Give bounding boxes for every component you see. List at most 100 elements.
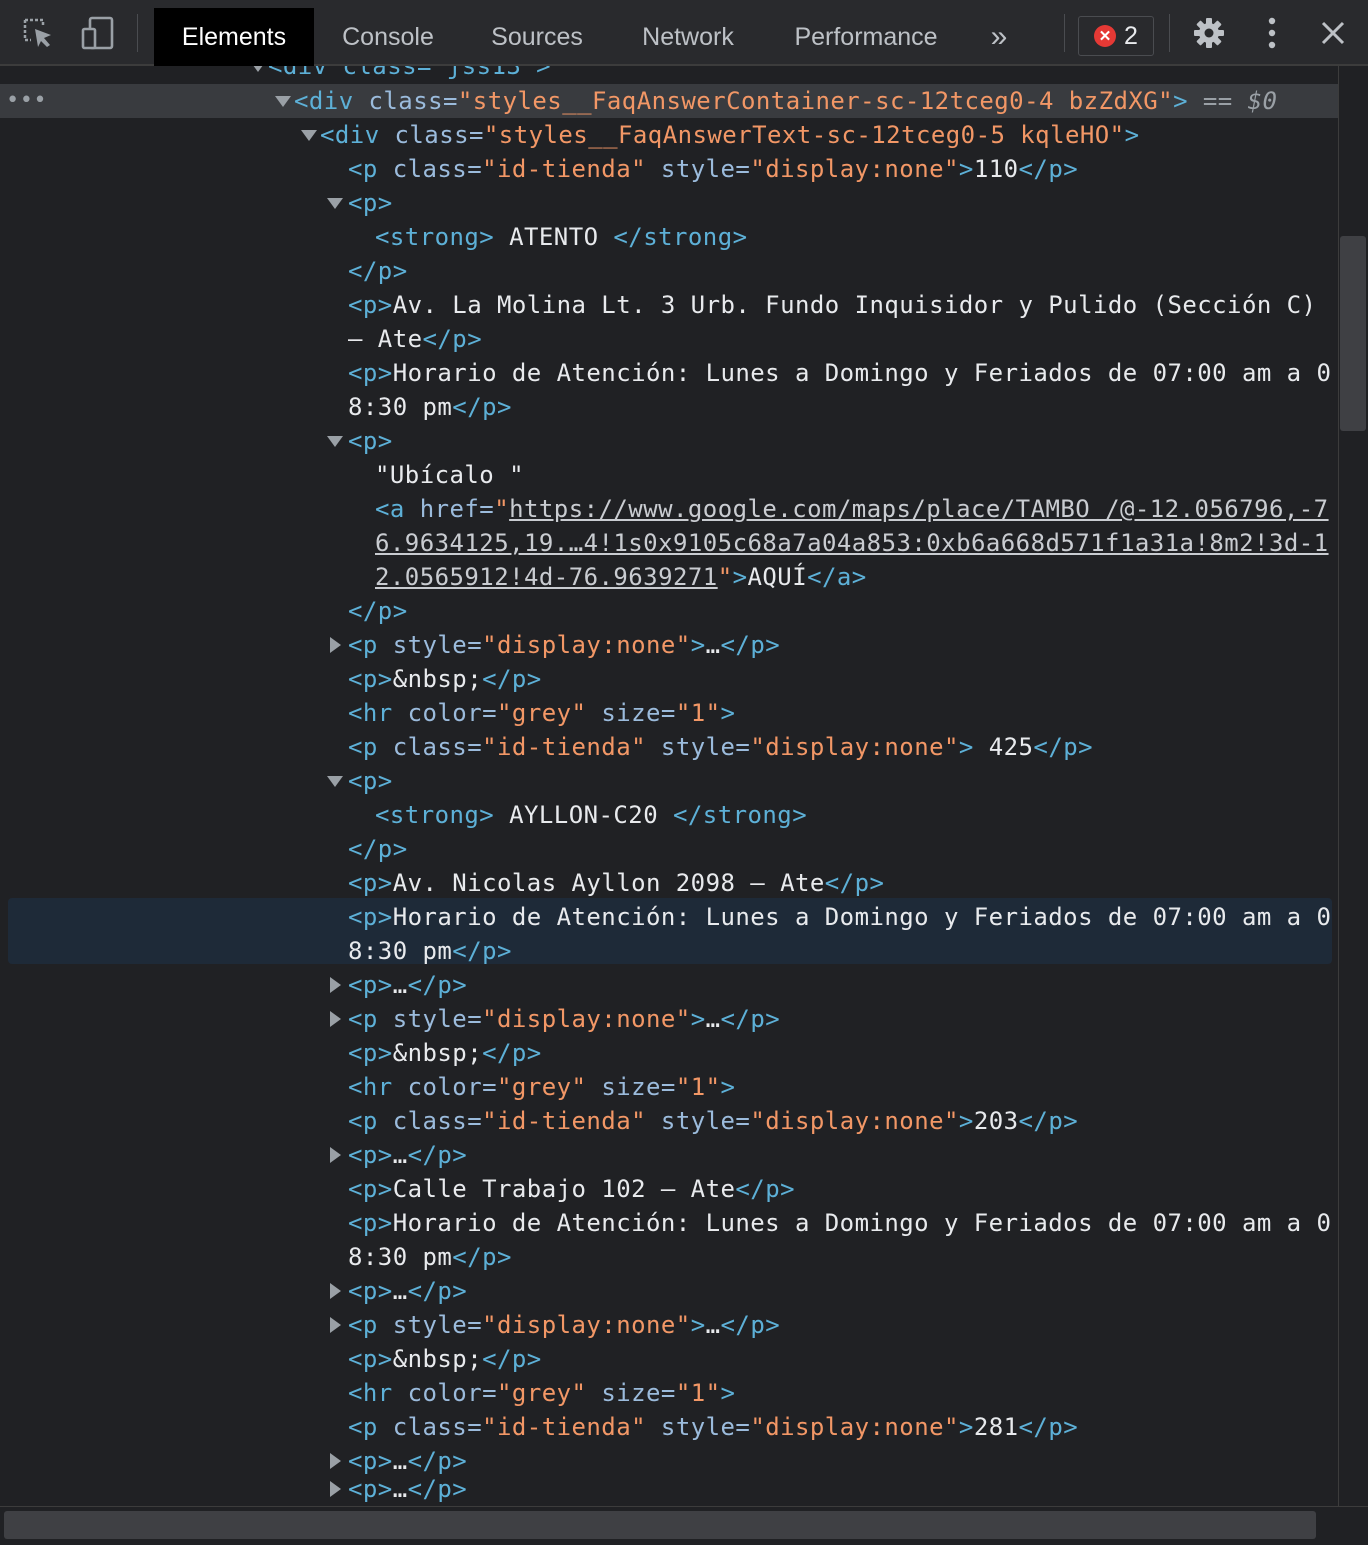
dom-node-row[interactable]: <p>Calle Trabajo 102 – Ate</p> <box>0 1172 1338 1206</box>
expand-triangle-icon[interactable] <box>275 96 291 107</box>
collapse-triangle-icon[interactable] <box>330 637 341 653</box>
expand-triangle-icon[interactable] <box>327 436 343 447</box>
dom-node-markup: <strong> ATENTO </strong> <box>375 223 748 251</box>
dom-node-row[interactable]: <p>…</p> <box>0 968 1338 1002</box>
dom-node-row[interactable]: <p class="id-tienda" style="display:none… <box>0 1410 1338 1444</box>
dom-node-row[interactable]: <p style="display:none">…</p> <box>0 1308 1338 1342</box>
console-ref-label: $0 <box>1247 87 1278 115</box>
device-toolbar-icon[interactable] <box>76 0 120 66</box>
dom-node-markup: <p>&nbsp;</p> <box>348 665 542 693</box>
dom-node-row-selected[interactable]: ••• <div class="styles__FaqAnswerContain… <box>0 84 1338 118</box>
dom-node-markup: <p>Calle Trabajo 102 – Ate</p> <box>348 1175 795 1203</box>
dom-node-markup: <p>Horario de Atención: Lunes a Domingo … <box>348 903 1332 965</box>
dom-node-row[interactable]: <p>Av. Nicolas Ayllon 2098 – Ate</p> <box>0 866 1338 900</box>
dom-node-markup: <p style="display:none">…</p> <box>348 1311 781 1339</box>
dom-node-markup: <p>&nbsp;</p> <box>348 1039 542 1067</box>
vertical-scrollbar-thumb[interactable] <box>1340 236 1366 431</box>
tab-sources[interactable]: Sources <box>474 8 600 66</box>
error-count-badge[interactable]: ✕ 2 <box>1078 16 1154 56</box>
dom-node-row[interactable]: <p> <box>0 764 1338 798</box>
dom-node-row[interactable]: <div class="jss13"> <box>0 66 1338 83</box>
dom-node-row[interactable]: <p> <box>0 186 1338 220</box>
dom-node-markup: <p style="display:none">…</p> <box>348 631 781 659</box>
dom-node-markup: <div class="styles__FaqAnswerContainer-s… <box>294 87 1278 115</box>
dom-node-markup: <p>Horario de Atención: Lunes a Domingo … <box>348 1209 1332 1271</box>
dom-node-row[interactable]: <strong> ATENTO </strong> <box>0 220 1338 254</box>
expand-triangle-icon[interactable] <box>327 198 343 209</box>
dom-node-row[interactable]: </p> <box>0 832 1338 866</box>
dom-node-row[interactable]: "Ubícalo " <box>0 458 1338 492</box>
more-options-icon[interactable] <box>1254 0 1290 66</box>
collapse-triangle-icon[interactable] <box>330 1481 341 1497</box>
dom-node-row[interactable]: <p>Horario de Atención: Lunes a Domingo … <box>0 1206 1338 1274</box>
dom-node-row[interactable]: <div class="styles__FaqAnswerText-sc-12t… <box>0 118 1338 152</box>
dom-node-row[interactable]: <p>…</p> <box>0 1138 1338 1172</box>
collapse-triangle-icon[interactable] <box>330 1283 341 1299</box>
dom-node-row[interactable]: <strong> AYLLON-C20 </strong> <box>0 798 1338 832</box>
dom-node-row[interactable]: <hr color="grey" size="1"> <box>0 1070 1338 1104</box>
dom-node-row[interactable]: <p>&nbsp;</p> <box>0 1036 1338 1070</box>
dom-node-row[interactable]: <p class="id-tienda" style="display:none… <box>0 152 1338 186</box>
more-tabs-icon[interactable]: » <box>976 8 1022 66</box>
tab-elements[interactable]: Elements <box>154 8 314 66</box>
dom-node-markup: <hr color="grey" size="1"> <box>348 1379 736 1407</box>
close-icon[interactable] <box>1312 0 1354 66</box>
dom-node-row[interactable]: <p>&nbsp;</p> <box>0 1342 1338 1376</box>
tab-performance[interactable]: Performance <box>776 8 956 66</box>
horizontal-scrollbar[interactable] <box>0 1506 1368 1545</box>
error-count: 2 <box>1124 21 1138 50</box>
dom-node-markup: <p class="id-tienda" style="display:none… <box>348 1413 1079 1441</box>
dom-node-row[interactable]: <p class="id-tienda" style="display:none… <box>0 730 1338 764</box>
dom-node-row[interactable]: <hr color="grey" size="1"> <box>0 1376 1338 1410</box>
dom-node-row[interactable]: <a href="https://www.google.com/maps/pla… <box>0 492 1338 594</box>
dom-node-markup: <p> <box>348 767 393 795</box>
vertical-scrollbar[interactable] <box>1338 66 1368 1506</box>
elements-dom-tree[interactable]: <div class="jss13"> ••• <div class="styl… <box>0 66 1338 1506</box>
dom-node-row[interactable]: <p class="id-tienda" style="display:none… <box>0 1104 1338 1138</box>
devtools-toolbar: Elements Console Sources Network Perform… <box>0 0 1368 66</box>
dom-node-markup: </p> <box>348 257 408 285</box>
dom-node-markup: <p>…</p> <box>348 1277 468 1305</box>
collapse-triangle-icon[interactable] <box>330 1147 341 1163</box>
dom-node-markup: <p>…</p> <box>348 1475 468 1503</box>
dom-node-markup: <p class="id-tienda" style="display:none… <box>348 1107 1079 1135</box>
dom-node-row[interactable]: <p>…</p> <box>0 1472 1338 1506</box>
collapse-triangle-icon[interactable] <box>330 1011 341 1027</box>
error-icon: ✕ <box>1094 25 1117 47</box>
dom-node-markup: <p class="id-tienda" style="display:none… <box>348 155 1079 183</box>
dom-node-markup: <p>Av. Nicolas Ayllon 2098 – Ate</p> <box>348 869 885 897</box>
dom-node-row[interactable]: <p> <box>0 424 1338 458</box>
dom-node-row[interactable]: <p>Horario de Atención: Lunes a Domingo … <box>0 356 1338 424</box>
dom-node-row[interactable]: <hr color="grey" size="1"> <box>0 696 1338 730</box>
node-actions-ellipsis-icon[interactable]: ••• <box>6 84 47 118</box>
collapse-triangle-icon[interactable] <box>330 1317 341 1333</box>
dom-node-row[interactable]: <p style="display:none">…</p> <box>0 628 1338 662</box>
dom-node-markup: <p> <box>348 189 393 217</box>
dom-node-row[interactable]: </p> <box>0 594 1338 628</box>
collapse-triangle-icon[interactable] <box>330 1453 341 1469</box>
toolbar-separator <box>1169 14 1170 52</box>
dom-node-row[interactable]: </p> <box>0 254 1338 288</box>
expand-triangle-icon[interactable] <box>250 66 266 72</box>
expand-triangle-icon[interactable] <box>327 776 343 787</box>
tab-network[interactable]: Network <box>624 8 752 66</box>
dom-node-markup: <hr color="grey" size="1"> <box>348 1073 736 1101</box>
settings-gear-icon[interactable] <box>1188 0 1230 66</box>
dom-node-markup: <p>Horario de Atención: Lunes a Domingo … <box>348 359 1332 421</box>
dom-node-markup: <div class="jss13"> <box>268 66 552 80</box>
inspect-element-icon[interactable] <box>18 0 58 66</box>
dom-node-row[interactable]: <p>…</p> <box>0 1274 1338 1308</box>
dom-node-row[interactable]: <p>Av. La Molina Lt. 3 Urb. Fundo Inquis… <box>0 288 1338 356</box>
expand-triangle-icon[interactable] <box>301 130 317 141</box>
dom-node-row[interactable]: <p>&nbsp;</p> <box>0 662 1338 696</box>
horizontal-scrollbar-thumb[interactable] <box>4 1511 1316 1539</box>
tab-console[interactable]: Console <box>324 8 452 66</box>
toolbar-separator <box>1064 14 1065 52</box>
dom-node-row[interactable]: <p style="display:none">…</p> <box>0 1002 1338 1036</box>
dom-node-markup: <p> <box>348 427 393 455</box>
dom-node-row-hovered[interactable]: <p>Horario de Atención: Lunes a Domingo … <box>8 898 1332 965</box>
collapse-triangle-icon[interactable] <box>330 977 341 993</box>
dom-node-markup: <p>Av. La Molina Lt. 3 Urb. Fundo Inquis… <box>348 291 1332 353</box>
dom-node-markup: <div class="styles__FaqAnswerText-sc-12t… <box>320 121 1140 149</box>
dom-node-markup: <p>…</p> <box>348 1141 468 1169</box>
